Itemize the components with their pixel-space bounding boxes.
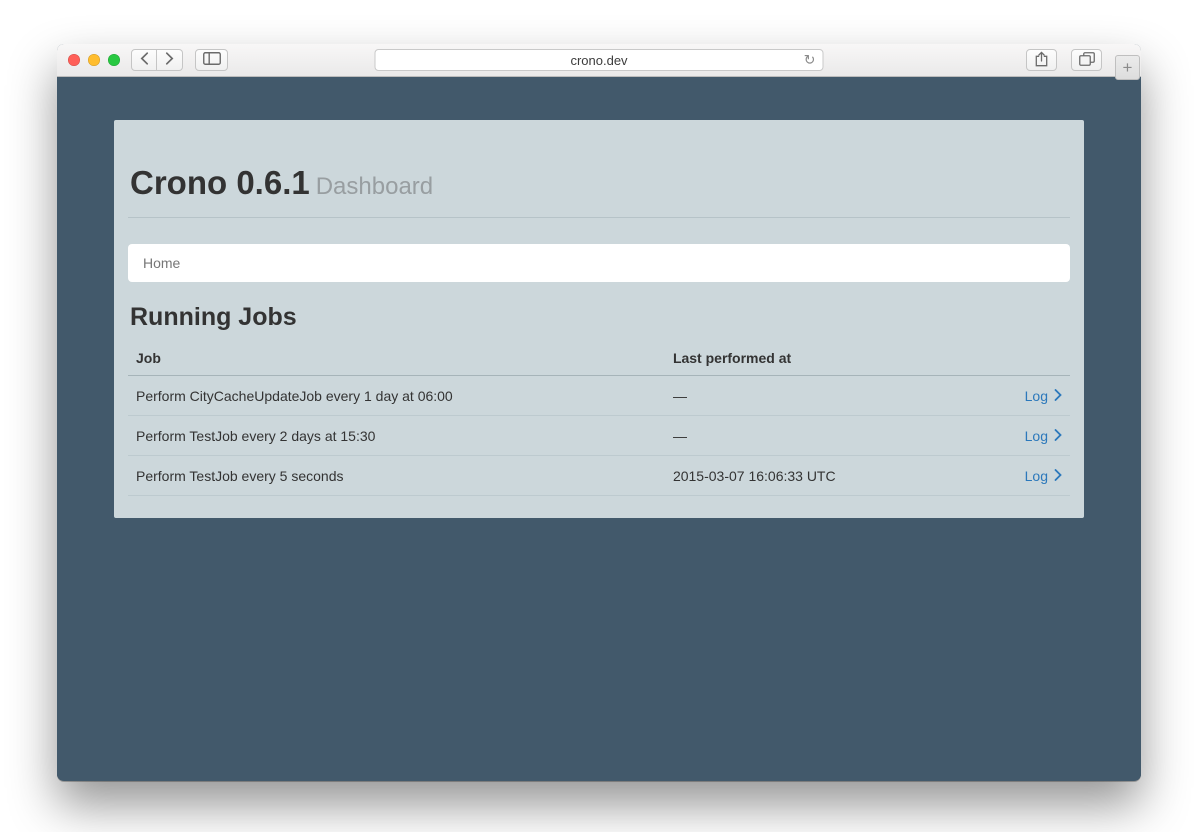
log-link[interactable]: Log [1025,387,1062,404]
log-link-label: Log [1025,468,1048,484]
minimize-button[interactable] [88,54,100,66]
dashboard-card: Crono 0.6.1Dashboard Home Running Jobs J… [114,120,1084,518]
page-content: Crono 0.6.1Dashboard Home Running Jobs J… [57,77,1141,780]
app-title: Crono 0.6.1 [130,164,310,201]
table-row: Perform CityCacheUpdateJob every 1 day a… [128,376,1070,416]
section-title: Running Jobs [128,303,1070,332]
log-link-label: Log [1025,388,1048,404]
last-performed-at: — [665,416,948,456]
title-divider [128,217,1070,218]
browser-window: crono.dev ↻ + Crono 0.6.1Dashboard Home … [57,44,1141,781]
log-link-label: Log [1025,428,1048,444]
forward-button[interactable] [157,49,183,71]
reload-icon[interactable]: ↻ [804,53,816,67]
breadcrumb-home[interactable]: Home [143,255,180,271]
chevron-left-icon [140,52,149,68]
zoom-button[interactable] [108,54,120,66]
table-header-row: Job Last performed at [128,340,1070,376]
share-button[interactable] [1026,49,1057,71]
chevron-right-icon [1054,388,1062,404]
job-name: Perform TestJob every 2 days at 15:30 [128,416,665,456]
chevron-right-icon [1054,468,1062,484]
log-link[interactable]: Log [1025,467,1062,484]
log-link[interactable]: Log [1025,427,1062,444]
column-header-job: Job [128,340,665,376]
desktop: { "colors": { "page_background": "#42596… [0,0,1199,832]
tabs-icon [1079,52,1095,69]
breadcrumb: Home [128,244,1070,282]
address-bar[interactable]: crono.dev ↻ [375,49,824,71]
table-row: Perform TestJob every 5 seconds 2015-03-… [128,456,1070,496]
sidebar-toggle-button[interactable] [195,49,228,71]
job-name: Perform CityCacheUpdateJob every 1 day a… [128,376,665,416]
column-header-actions [948,340,1070,376]
nav-buttons [131,49,183,71]
last-performed-at: — [665,376,948,416]
last-performed-at: 2015-03-07 16:06:33 UTC [665,456,948,496]
tabs-overview-button[interactable] [1071,49,1102,71]
traffic-lights [68,54,120,66]
chevron-right-icon [165,52,174,68]
table-row: Perform TestJob every 2 days at 15:30 — … [128,416,1070,456]
page-subtitle: Dashboard [316,173,433,200]
column-header-last-performed: Last performed at [665,340,948,376]
url-text: crono.dev [570,53,627,68]
job-name: Perform TestJob every 5 seconds [128,456,665,496]
back-button[interactable] [131,49,157,71]
new-tab-button[interactable]: + [1115,55,1140,80]
running-jobs-table: Job Last performed at Perform CityCacheU… [128,340,1070,496]
sidebar-icon [203,52,221,68]
page-title: Crono 0.6.1Dashboard [128,120,1070,202]
chevron-right-icon [1054,428,1062,444]
browser-toolbar: crono.dev ↻ + [57,44,1141,77]
close-button[interactable] [68,54,80,66]
share-icon [1035,51,1048,70]
